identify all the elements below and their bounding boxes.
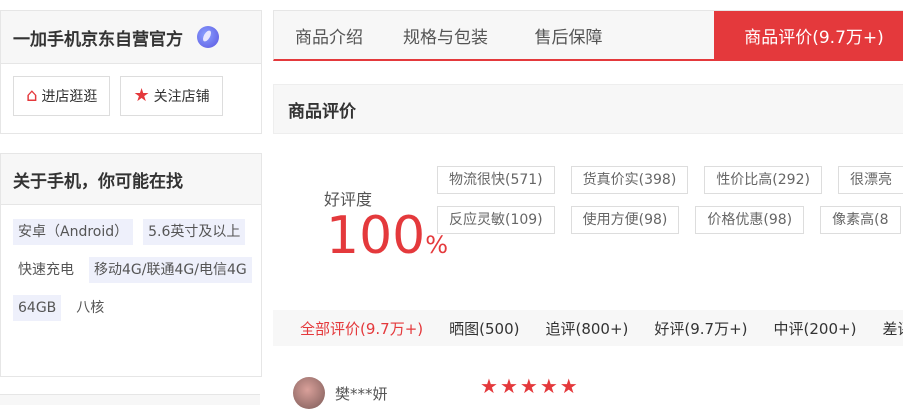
next-card-edge xyxy=(0,394,260,405)
related-tag[interactable]: 64GB xyxy=(13,295,62,321)
related-tag[interactable]: 八核 xyxy=(71,295,109,321)
star-icon: ★ xyxy=(133,85,150,106)
filter-positive[interactable]: 好评(9.7万+) xyxy=(654,318,747,339)
star-icon: ★ xyxy=(519,374,538,398)
filter-neutral[interactable]: 中评(200+) xyxy=(774,318,857,339)
home-icon: ⌂ xyxy=(26,85,38,106)
product-tabs: 商品介绍 规格与包装 售后保障 商品评价(9.7万+) xyxy=(273,10,903,61)
store-header: 一加手机京东自营官方 xyxy=(1,11,261,64)
review-tag[interactable]: 反应灵敏(109) xyxy=(437,206,555,234)
related-search-card: 关于手机，你可能在找 安卓（Android） 5.6英寸及以上 快速充电 移动4… xyxy=(0,153,262,377)
rating-number: 100 xyxy=(326,206,426,266)
filter-followup[interactable]: 追评(800+) xyxy=(545,318,628,339)
filter-negative[interactable]: 差评 xyxy=(882,318,903,339)
follow-store-label: 关注店铺 xyxy=(153,89,210,105)
review-tag[interactable]: 使用方便(98) xyxy=(570,206,680,234)
tab-intro[interactable]: 商品介绍 xyxy=(274,11,384,59)
enter-store-label: 进店逛逛 xyxy=(41,89,98,105)
review-tag-row: 反应灵敏(109) 使用方便(98) 价格优惠(98) 像素高(8 xyxy=(437,206,903,234)
filter-all[interactable]: 全部评价(9.7万+) xyxy=(300,318,423,339)
star-icon: ★ xyxy=(559,374,578,398)
review-tags: 物流很快(571) 货真价实(398) 性价比高(292) 很漂亮 反应灵敏(1… xyxy=(437,166,903,246)
related-tag[interactable]: 移动4G/联通4G/电信4G xyxy=(89,257,252,283)
review-filter-bar: 全部评价(9.7万+) 晒图(500) 追评(800+) 好评(9.7万+) 中… xyxy=(273,310,903,346)
related-search-title: 关于手机，你可能在找 xyxy=(1,154,261,205)
store-card: 一加手机京东自营官方 ⌂ 进店逛逛 ★ 关注店铺 xyxy=(0,10,262,134)
tab-after-sales[interactable]: 售后保障 xyxy=(507,11,630,59)
star-icon: ★ xyxy=(539,374,558,398)
review-tag-row: 物流很快(571) 货真价实(398) 性价比高(292) 很漂亮 xyxy=(437,166,903,194)
filter-photos[interactable]: 晒图(500) xyxy=(449,318,519,339)
review-tag[interactable]: 很漂亮 xyxy=(837,166,903,194)
related-tag[interactable]: 快速充电 xyxy=(13,257,79,283)
star-icon: ★ xyxy=(480,374,498,398)
enter-store-button[interactable]: ⌂ 进店逛逛 xyxy=(13,76,111,116)
tab-specs[interactable]: 规格与包装 xyxy=(384,11,507,59)
tab-reviews[interactable]: 商品评价(9.7万+) xyxy=(714,11,903,59)
review-tag[interactable]: 性价比高(292) xyxy=(704,166,822,194)
reviews-section-title: 商品评价 xyxy=(273,84,903,134)
related-tag[interactable]: 安卓（Android） xyxy=(13,219,134,245)
related-tag[interactable]: 5.6英寸及以上 xyxy=(143,219,246,245)
follow-store-button[interactable]: ★ 关注店铺 xyxy=(120,76,223,116)
review-tag[interactable]: 价格优惠(98) xyxy=(695,206,805,234)
avatar xyxy=(293,377,325,409)
reviewer-info: 樊***妍 xyxy=(293,377,388,409)
review-tag[interactable]: 货真价实(398) xyxy=(570,166,689,194)
review-stars: ★ ★ ★ ★ ★ xyxy=(480,376,578,396)
store-actions: ⌂ 进店逛逛 ★ 关注店铺 xyxy=(1,64,261,128)
reviewer-name: 樊***妍 xyxy=(335,384,388,403)
store-name[interactable]: 一加手机京东自营官方 xyxy=(13,25,183,50)
review-tag[interactable]: 像素高(8 xyxy=(820,206,901,234)
rating-value: 100% xyxy=(326,208,448,273)
related-tags: 安卓（Android） 5.6英寸及以上 快速充电 移动4G/联通4G/电信4G… xyxy=(1,205,253,321)
review-tag[interactable]: 物流很快(571) xyxy=(437,166,555,194)
star-icon: ★ xyxy=(499,374,518,398)
store-badge-icon xyxy=(197,26,219,48)
